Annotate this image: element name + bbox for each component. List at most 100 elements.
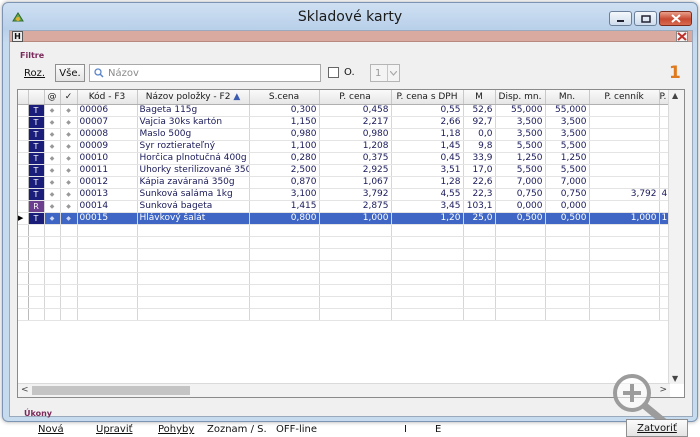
zoznam-button[interactable]: Zoznam / S. <box>207 424 267 435</box>
items-grid[interactable]: @ ✓ Kód - F3 Názov položky - F2 ▲ S.cena… <box>17 89 685 398</box>
page-combo[interactable]: 1 <box>370 64 400 82</box>
pohyby-button[interactable]: Pohyby <box>158 424 194 435</box>
cell-pce <box>659 152 669 165</box>
header-mn[interactable]: Mn. <box>545 90 590 105</box>
empty-cell <box>249 308 320 321</box>
empty-cell <box>391 224 464 237</box>
header-m[interactable]: M <box>463 90 496 105</box>
cell-cennik <box>589 140 660 153</box>
row-at-marker[interactable]: ◆ <box>44 128 61 141</box>
scroll-thumb[interactable] <box>32 386 190 395</box>
row-check-marker[interactable]: ◆ <box>60 152 78 165</box>
row-at-marker[interactable]: ◆ <box>44 200 61 213</box>
row-at-marker[interactable]: ◆ <box>44 212 61 225</box>
cell-pcena: 0,458 <box>319 104 392 117</box>
row-check-marker[interactable]: ◆ <box>60 164 78 177</box>
empty-cell <box>495 284 546 297</box>
empty-cell <box>249 272 320 285</box>
cell-scena: 0,870 <box>249 176 320 189</box>
cell-pce <box>659 176 669 189</box>
header-pcena[interactable]: P. cena <box>319 90 392 105</box>
empty-cell <box>18 224 29 237</box>
empty-cell <box>28 260 45 273</box>
scroll-left-icon[interactable]: < <box>21 385 29 395</box>
cell-disp: 3,500 <box>495 116 546 129</box>
empty-row <box>18 260 669 273</box>
roz-button[interactable]: Roz. <box>24 68 45 79</box>
empty-cell <box>249 236 320 249</box>
cell-m: 0,0 <box>463 128 496 141</box>
table-row[interactable]: ▶ T ◆ ◆ 00015 Hlávkový šalát 0,800 1,000 1,20 25,… <box>18 212 669 225</box>
upravit-button[interactable]: Upraviť <box>96 424 133 435</box>
table-row[interactable]: T ◆ ◆ 00010 Horčica plnotučná 400g 0,280 0,375… <box>18 152 669 165</box>
row-check-marker[interactable]: ◆ <box>60 116 78 129</box>
row-at-marker[interactable]: ◆ <box>44 188 61 201</box>
scroll-up-icon[interactable]: ▲ <box>672 91 678 100</box>
nova-button[interactable]: Nová <box>38 424 64 435</box>
header-cennik[interactable]: P. cenník <box>589 90 660 105</box>
cell-pcena: 1,067 <box>319 176 392 189</box>
search-icon <box>94 68 104 78</box>
table-row[interactable]: T ◆ ◆ 00007 Vajcia 30ks kartón 1,150 2,217 2,66… <box>18 116 669 129</box>
row-check-marker[interactable]: ◆ <box>60 212 78 225</box>
e-button[interactable]: E <box>435 424 441 435</box>
maximize-button[interactable] <box>634 11 657 26</box>
table-row[interactable]: T ◆ ◆ 00013 Šunková saláma 1kg 3,100 3,792 4,55… <box>18 188 669 201</box>
header-disp[interactable]: Disp. mn. <box>495 90 546 105</box>
row-check-marker[interactable]: ◆ <box>60 188 78 201</box>
row-type-badge: T <box>28 152 45 165</box>
vse-button[interactable]: Vše. <box>55 64 85 82</box>
header-code[interactable]: Kód - F3 <box>77 90 138 105</box>
row-at-marker[interactable]: ◆ <box>44 164 61 177</box>
row-at-marker[interactable]: ◆ <box>44 116 61 129</box>
table-row[interactable]: T ◆ ◆ 00008 Maslo 500g 0,980 0,980 1,18 0,0 3,500… <box>18 128 669 141</box>
empty-cell <box>463 272 496 285</box>
cell-pce <box>659 164 669 177</box>
horizontal-scrollbar[interactable]: < > <box>18 383 670 397</box>
offline-button[interactable]: OFF-line <box>276 424 317 435</box>
vertical-scrollbar[interactable]: ▲ ▼ <box>668 90 684 384</box>
empty-cell <box>495 248 546 261</box>
close-panel-button[interactable] <box>676 31 688 42</box>
row-indicator <box>18 176 29 189</box>
empty-cell <box>60 248 78 261</box>
cell-code: 00015 <box>77 212 138 225</box>
actions-section-label: Úkony <box>24 409 53 418</box>
header-pcena-dph[interactable]: P. cena s DPH <box>391 90 464 105</box>
zatvorit-button[interactable]: Zatvoriť <box>626 419 688 437</box>
row-at-marker[interactable]: ◆ <box>44 152 61 165</box>
table-row[interactable]: T ◆ ◆ 00009 Syr roztierateľný 1,100 1,208 1,45 9… <box>18 140 669 153</box>
i-button[interactable]: I <box>404 424 407 435</box>
row-check-marker[interactable]: ◆ <box>60 104 78 117</box>
empty-cell <box>545 224 590 237</box>
title-bar[interactable]: Skladové karty <box>3 3 697 30</box>
table-row[interactable]: R ◆ ◆ 00014 Šunková bageta 1,415 2,875 3,45 103,… <box>18 200 669 213</box>
row-at-marker[interactable]: ◆ <box>44 140 61 153</box>
table-row[interactable]: T ◆ ◆ 00012 Kápia zaváraná 350g 0,870 1,067 1,2… <box>18 176 669 189</box>
row-check-marker[interactable]: ◆ <box>60 200 78 213</box>
header-pce[interactable]: P. ce <box>659 90 669 105</box>
row-check-marker[interactable]: ◆ <box>60 128 78 141</box>
empty-cell <box>659 248 669 261</box>
cell-pcena: 2,875 <box>319 200 392 213</box>
table-row[interactable]: T ◆ ◆ 00006 Bageta 115g 0,300 0,458 0,55 52,6 55,… <box>18 104 669 117</box>
minimize-button[interactable] <box>609 11 632 26</box>
row-check-marker[interactable]: ◆ <box>60 140 78 153</box>
row-type-badge: T <box>28 104 45 117</box>
empty-cell <box>77 248 138 261</box>
search-input[interactable]: Názov <box>89 64 321 82</box>
empty-cell <box>659 284 669 297</box>
table-row[interactable]: T ◆ ◆ 00011 Uhorky sterilizované 3500 2,500 2,… <box>18 164 669 177</box>
o-checkbox[interactable] <box>328 67 339 78</box>
row-check-marker[interactable]: ◆ <box>60 176 78 189</box>
close-window-button[interactable] <box>659 11 692 26</box>
empty-row <box>18 284 669 297</box>
header-scena[interactable]: S.cena <box>249 90 320 105</box>
header-at[interactable]: @ <box>44 90 61 105</box>
row-at-marker[interactable]: ◆ <box>44 104 61 117</box>
row-at-marker[interactable]: ◆ <box>44 176 61 189</box>
header-check[interactable]: ✓ <box>60 90 78 105</box>
header-name[interactable]: Názov položky - F2 ▲ <box>137 90 250 105</box>
h-toggle-button[interactable]: H <box>12 31 23 42</box>
cell-pdph: 4,55 <box>391 188 464 201</box>
